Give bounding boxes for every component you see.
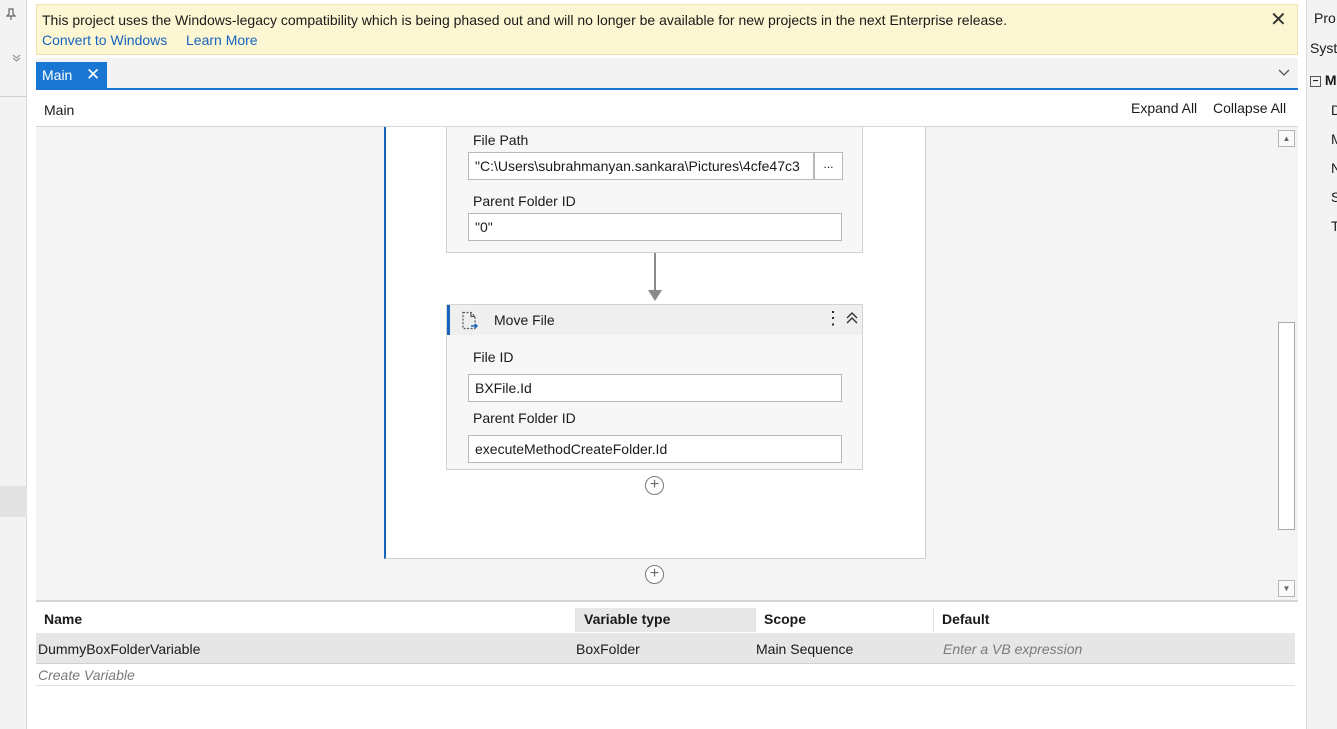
property-label: T bbox=[1331, 218, 1337, 234]
designer-breadcrumb-bar: Main Expand All Collapse All bbox=[36, 92, 1298, 127]
add-activity-icon[interactable]: + bbox=[645, 476, 664, 495]
scrollbar-thumb[interactable] bbox=[1278, 322, 1295, 530]
activity-title: Move File bbox=[494, 312, 555, 328]
variable-scope-cell[interactable]: Main Sequence bbox=[756, 641, 853, 657]
file-id-label: File ID bbox=[473, 349, 514, 365]
convert-to-windows-link[interactable]: Convert to Windows bbox=[42, 32, 167, 48]
properties-selected-item[interactable]: Syst bbox=[1310, 40, 1337, 64]
property-label: S bbox=[1331, 189, 1337, 205]
file-path-label: File Path bbox=[473, 132, 529, 148]
close-icon[interactable]: ✕ bbox=[1270, 10, 1287, 30]
banner-message: This project uses the Windows-legacy com… bbox=[42, 12, 1007, 28]
activity-card-upload[interactable]: File Path "C:\Users\subrahmanyan.sankara… bbox=[446, 127, 863, 253]
parent-folder-label: Parent Folder ID bbox=[473, 193, 576, 209]
close-icon[interactable]: ✕ bbox=[86, 65, 100, 85]
browse-button[interactable]: ... bbox=[814, 152, 843, 180]
parent-folder-label: Parent Folder ID bbox=[473, 410, 576, 426]
breadcrumb[interactable]: Main bbox=[44, 102, 74, 118]
column-header-scope[interactable]: Scope bbox=[756, 608, 934, 632]
create-variable-button[interactable]: Create Variable bbox=[38, 667, 135, 683]
section-label: M bbox=[1324, 72, 1337, 88]
parent-folder-input[interactable]: executeMethodCreateFolder.Id bbox=[468, 435, 842, 463]
table-row-divider bbox=[36, 685, 1295, 686]
scroll-down-icon[interactable]: ▼ bbox=[1278, 580, 1295, 597]
pin-icon[interactable] bbox=[5, 8, 17, 23]
properties-panel-title[interactable]: Pro bbox=[1314, 10, 1336, 26]
property-label: M bbox=[1331, 131, 1337, 147]
document-tab-strip: Main ✕ bbox=[36, 58, 1298, 90]
file-move-icon bbox=[460, 311, 480, 334]
panel-selected-item[interactable] bbox=[0, 486, 27, 517]
activity-card-move-file[interactable]: Move File ⋮ File ID BXFile.Id Parent Fol… bbox=[446, 304, 863, 470]
table-row[interactable]: DummyBoxFolderVariable BoxFolder Main Se… bbox=[36, 633, 1295, 664]
collapse-all-button[interactable]: Collapse All bbox=[1213, 100, 1286, 116]
chevron-down-icon[interactable] bbox=[12, 54, 21, 64]
column-header-variable-type[interactable]: Variable type bbox=[576, 608, 756, 632]
panel-divider bbox=[0, 96, 27, 97]
variable-type-cell[interactable]: BoxFolder bbox=[576, 641, 640, 657]
variable-name-cell[interactable]: DummyBoxFolderVariable bbox=[38, 641, 200, 657]
property-label: D bbox=[1331, 102, 1337, 118]
properties-section-header[interactable]: − M bbox=[1310, 72, 1337, 88]
learn-more-link[interactable]: Learn More bbox=[186, 32, 258, 48]
variables-panel: Name Variable type Scope Default DummyBo… bbox=[36, 600, 1298, 729]
tab-main-label: Main bbox=[42, 67, 73, 83]
designer-canvas[interactable]: File Path "C:\Users\subrahmanyan.sankara… bbox=[36, 127, 1276, 600]
activity-header[interactable]: Move File ⋮ bbox=[447, 305, 862, 335]
canvas-vertical-scrollbar[interactable]: ▲ ▼ bbox=[1276, 127, 1298, 600]
variable-default-input[interactable]: Enter a VB expression bbox=[943, 641, 1082, 657]
properties-panel: Pro Syst − M D M N S T bbox=[1306, 0, 1337, 729]
connector-line bbox=[654, 253, 656, 291]
scroll-up-icon[interactable]: ▲ bbox=[1278, 130, 1295, 147]
more-options-icon[interactable]: ⋮ bbox=[824, 308, 842, 328]
tab-main[interactable]: Main ✕ bbox=[36, 62, 107, 90]
file-path-input[interactable]: "C:\Users\subrahmanyan.sankara\Pictures\… bbox=[468, 152, 814, 180]
column-header-name[interactable]: Name bbox=[36, 608, 576, 632]
collapse-chevron-icon[interactable] bbox=[846, 311, 858, 328]
tab-dropdown-icon[interactable] bbox=[1278, 64, 1290, 80]
property-label: N bbox=[1331, 160, 1337, 176]
legacy-warning-banner: This project uses the Windows-legacy com… bbox=[36, 4, 1298, 55]
parent-folder-input[interactable]: "0" bbox=[468, 213, 842, 241]
add-activity-icon[interactable]: + bbox=[645, 565, 664, 584]
column-header-default[interactable]: Default bbox=[934, 608, 1295, 632]
expand-all-button[interactable]: Expand All bbox=[1131, 100, 1197, 116]
connector-arrow-icon bbox=[648, 290, 662, 301]
file-id-input[interactable]: BXFile.Id bbox=[468, 374, 842, 402]
left-side-panel bbox=[0, 0, 27, 729]
